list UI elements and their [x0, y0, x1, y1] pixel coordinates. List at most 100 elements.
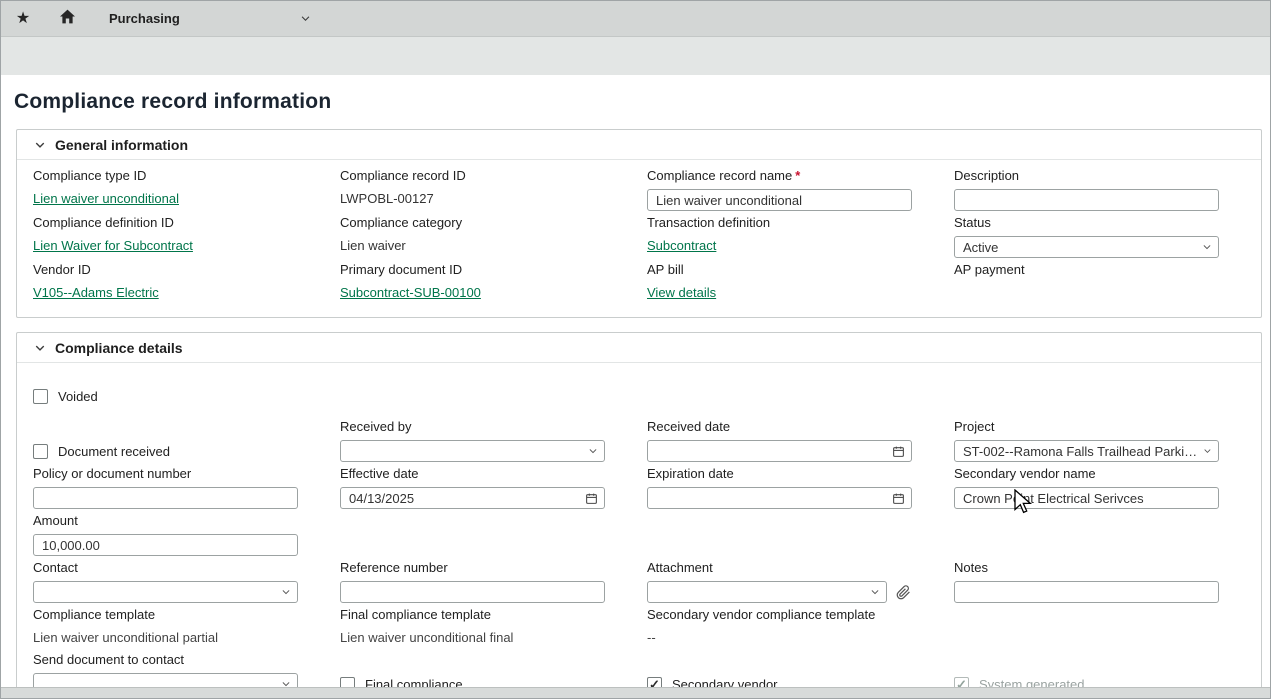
received-by-select[interactable] [340, 440, 605, 462]
amount-input[interactable] [33, 534, 298, 556]
expiration-date-input[interactable] [647, 487, 912, 509]
field-effective-date: Effective date 04/13/2025 [340, 466, 631, 509]
checkbox-box [33, 444, 48, 459]
policy-or-document-number-input[interactable] [33, 487, 298, 509]
compliance-details-header: Compliance details [17, 333, 1261, 363]
field-label: Transaction definition [647, 215, 938, 231]
secondary-vendor-compliance-template-value: -- [647, 628, 938, 648]
secondary-vendor-name-input[interactable] [954, 487, 1219, 509]
calendar-icon[interactable] [585, 492, 598, 505]
effective-date-input[interactable]: 04/13/2025 [340, 487, 605, 509]
field-label: Received date [647, 419, 938, 435]
field-label: Status [954, 215, 1245, 231]
details-row-4: Contact Reference number Attachment [33, 560, 1245, 603]
compliance-category-value: Lien waiver [340, 236, 631, 256]
collapse-chevron-icon[interactable] [34, 342, 46, 354]
section-title: General information [55, 137, 188, 153]
received-date-input[interactable] [647, 440, 912, 462]
field-vendor-id: Vendor ID V105--Adams Electric [33, 262, 324, 303]
secondary-toolbar-band [1, 37, 1270, 75]
calendar-icon[interactable] [892, 492, 905, 505]
general-row-2: Compliance definition ID Lien Waiver for… [33, 215, 1245, 258]
field-amount: Amount [33, 513, 324, 556]
field-label: Secondary vendor name [954, 466, 1245, 482]
document-received-checkbox[interactable]: Document received [33, 444, 170, 459]
calendar-icon[interactable] [892, 445, 905, 458]
field-primary-document-id: Primary document ID Subcontract-SUB-0010… [340, 262, 631, 303]
top-navigation-bar: ★ Purchasing [1, 1, 1270, 37]
field-reference-number: Reference number [340, 560, 631, 603]
compliance-details-section: Compliance details Voided D [16, 332, 1262, 699]
field-compliance-type-id: Compliance type ID Lien waiver unconditi… [33, 168, 324, 211]
details-row-3: Amount [33, 513, 1245, 556]
field-label: Final compliance template [340, 607, 631, 623]
field-description: Description [954, 168, 1245, 211]
ap-bill-view-details-link[interactable]: View details [647, 285, 716, 300]
status-select[interactable]: Active [954, 236, 1219, 258]
chevron-down-icon [281, 587, 291, 597]
project-select[interactable]: ST-002--Ramona Falls Trailhead Parking A… [954, 440, 1219, 462]
main-content: General information Compliance type ID L… [1, 129, 1270, 699]
field-label: Attachment [647, 560, 938, 576]
compliance-template-value: Lien waiver unconditional partial [33, 628, 324, 648]
field-notes: Notes [954, 560, 1245, 603]
bottom-scroll-strip [1, 687, 1270, 698]
home-icon[interactable] [45, 9, 89, 29]
page-title: Compliance record information [1, 75, 1270, 129]
field-compliance-record-id: Compliance record ID LWPOBL-00127 [340, 168, 631, 211]
general-information-header: General information [17, 130, 1261, 160]
field-label: Send document to contact [33, 652, 324, 668]
field-label: Compliance record ID [340, 168, 631, 184]
field-label: Policy or document number [33, 466, 324, 482]
details-row-2: Policy or document number Effective date… [33, 466, 1245, 509]
checkbox-box [33, 389, 48, 404]
field-label: Description [954, 168, 1245, 184]
field-label: Compliance record name* [647, 168, 938, 184]
field-label: AP bill [647, 262, 938, 278]
field-label: Compliance template [33, 607, 324, 623]
field-transaction-definition: Transaction definition Subcontract [647, 215, 938, 258]
compliance-record-name-input[interactable] [647, 189, 912, 211]
field-policy-or-document-number: Policy or document number [33, 466, 324, 509]
field-label: Vendor ID [33, 262, 324, 278]
reference-number-input[interactable] [340, 581, 605, 603]
module-selector-dropdown[interactable]: Purchasing [109, 11, 311, 26]
field-label: Effective date [340, 466, 631, 482]
vendor-id-link[interactable]: V105--Adams Electric [33, 285, 159, 300]
field-compliance-category: Compliance category Lien waiver [340, 215, 631, 258]
notes-input[interactable] [954, 581, 1219, 603]
field-contact: Contact [33, 560, 324, 603]
attachment-select[interactable] [647, 581, 887, 603]
compliance-type-id-link[interactable]: Lien waiver unconditional [33, 191, 179, 206]
collapse-chevron-icon[interactable] [34, 139, 46, 151]
field-compliance-definition-id: Compliance definition ID Lien Waiver for… [33, 215, 324, 258]
field-project: Project ST-002--Ramona Falls Trailhead P… [954, 419, 1245, 462]
field-label: Expiration date [647, 466, 938, 482]
field-document-received: Document received [33, 419, 324, 462]
field-status: Status Active [954, 215, 1245, 258]
chevron-down-icon [300, 13, 311, 24]
chevron-down-icon [1203, 446, 1212, 456]
paperclip-icon[interactable] [896, 585, 911, 600]
general-row-3: Vendor ID V105--Adams Electric Primary d… [33, 262, 1245, 303]
required-asterisk: * [795, 168, 800, 183]
field-compliance-template: Compliance template Lien waiver uncondit… [33, 607, 324, 648]
voided-checkbox[interactable]: Voided [33, 389, 98, 404]
compliance-record-id-value: LWPOBL-00127 [340, 189, 631, 209]
field-label: Compliance category [340, 215, 631, 231]
favorites-star-icon[interactable]: ★ [1, 1, 45, 37]
field-attachment: Attachment [647, 560, 938, 603]
field-ap-payment: AP payment [954, 262, 1245, 303]
chevron-down-icon [588, 446, 598, 456]
field-final-compliance-template: Final compliance template Lien waiver un… [340, 607, 631, 648]
description-input[interactable] [954, 189, 1219, 211]
primary-document-id-link[interactable]: Subcontract-SUB-00100 [340, 285, 481, 300]
final-compliance-template-value: Lien waiver unconditional final [340, 628, 631, 648]
contact-select[interactable] [33, 581, 298, 603]
field-label: Contact [33, 560, 324, 576]
field-received-date: Received date [647, 419, 938, 462]
module-label: Purchasing [109, 11, 180, 26]
field-received-by: Received by [340, 419, 631, 462]
compliance-definition-id-link[interactable]: Lien Waiver for Subcontract [33, 238, 193, 253]
transaction-definition-link[interactable]: Subcontract [647, 238, 716, 253]
